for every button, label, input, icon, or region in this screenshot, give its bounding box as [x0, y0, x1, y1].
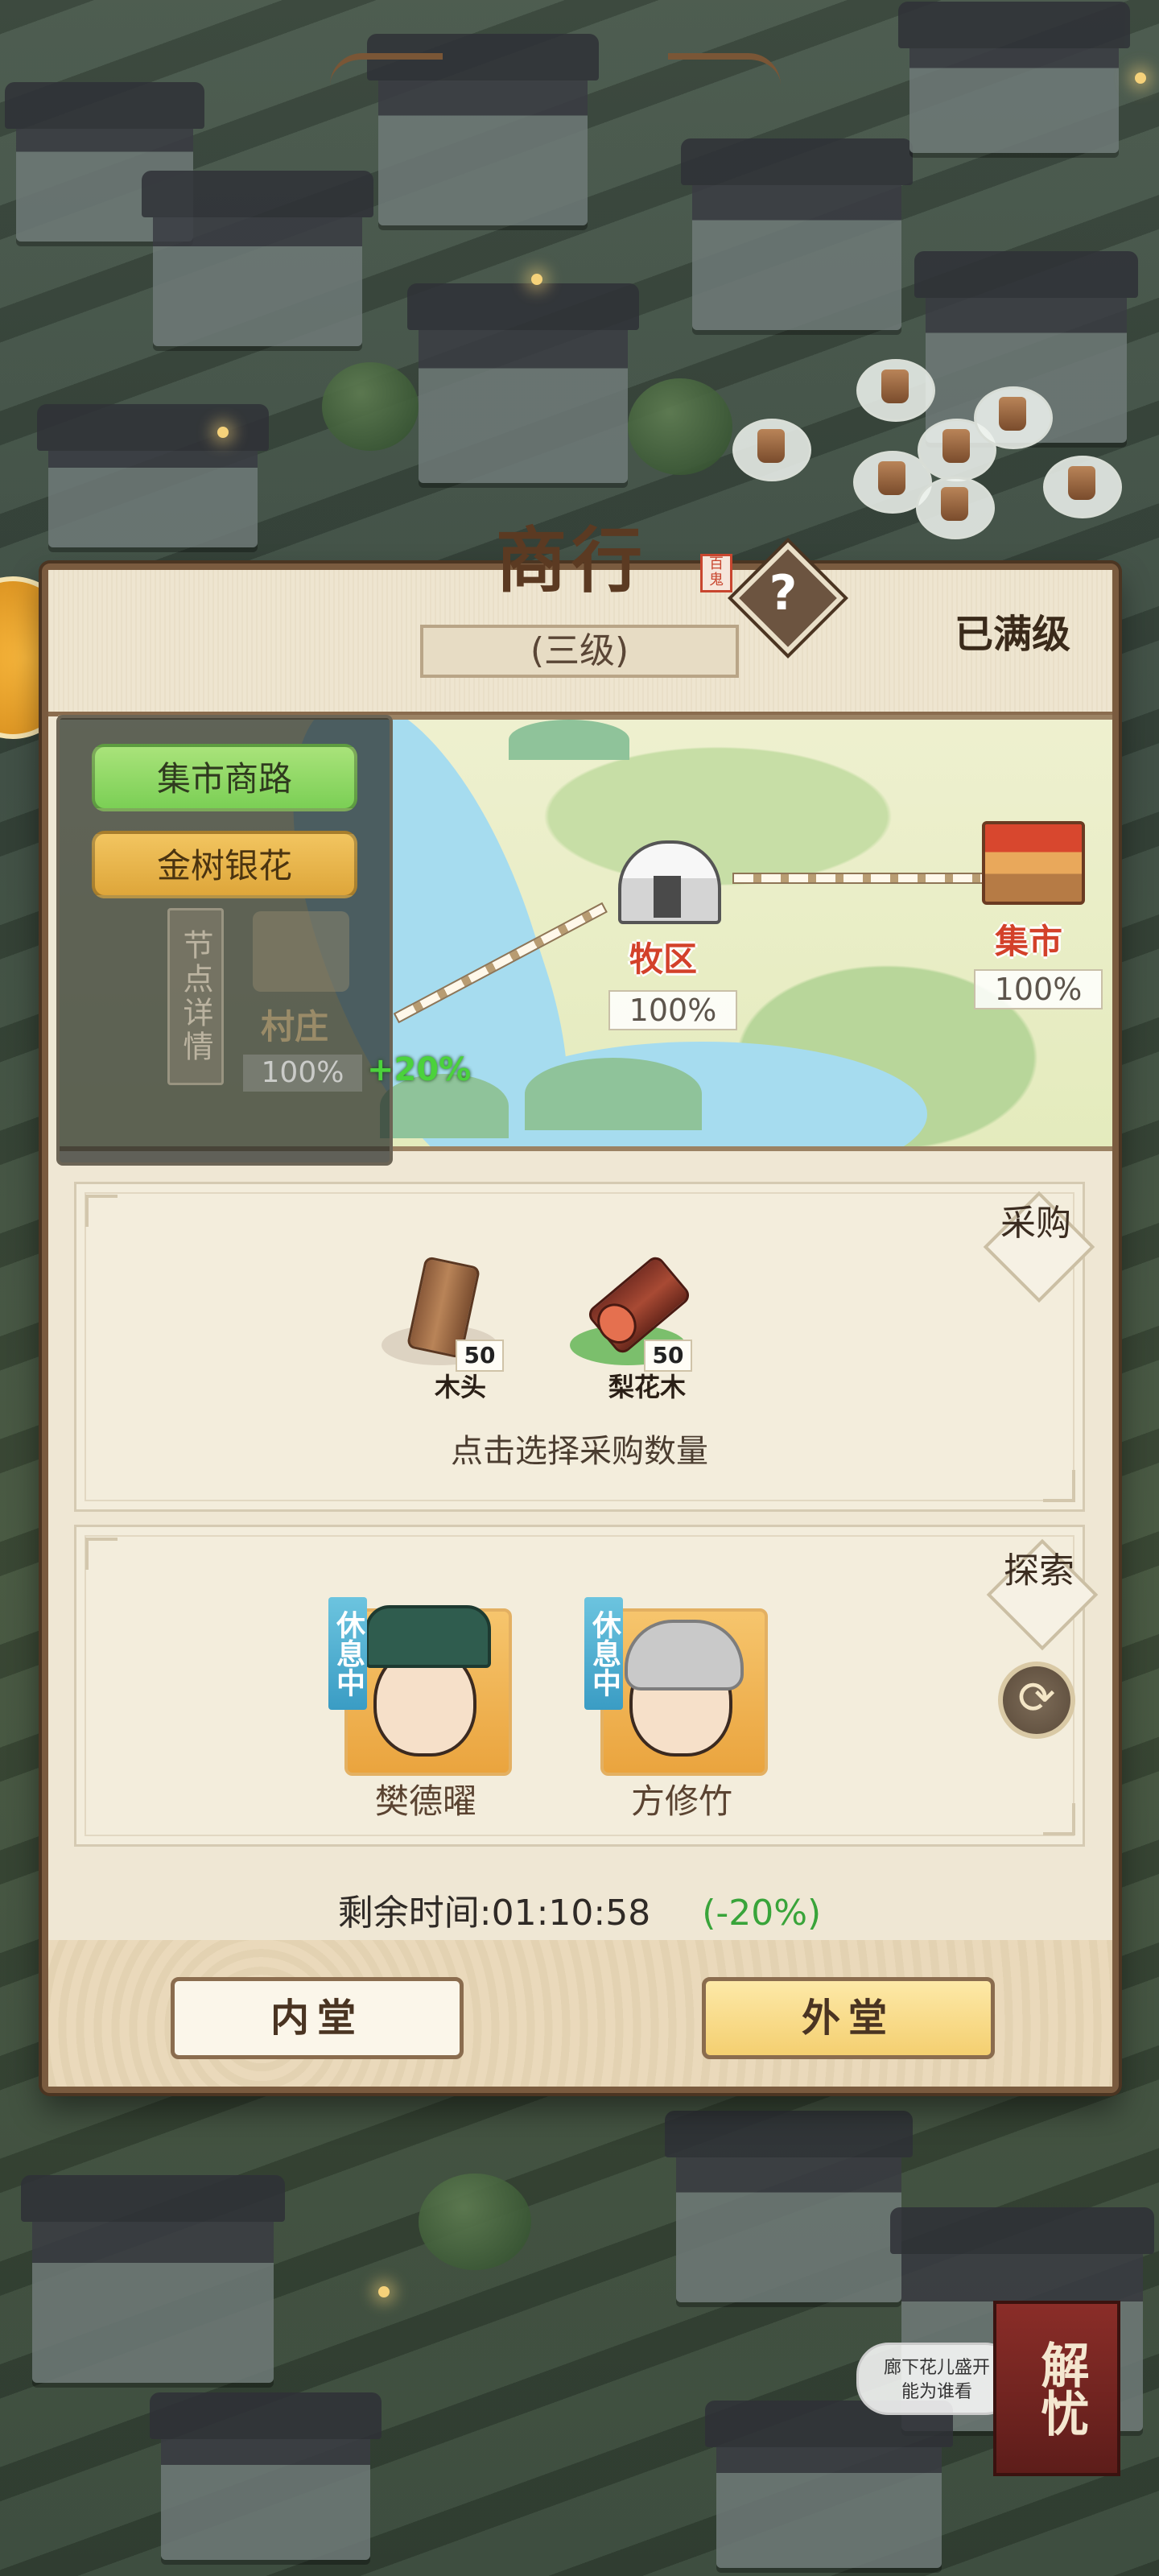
page-title: 商行 [495, 518, 647, 602]
seal-stamp: 百鬼 [700, 554, 732, 592]
corner-ornament [1043, 1470, 1075, 1502]
hero-name: 樊德曜 [375, 1781, 477, 1821]
route-market-button[interactable]: 集市商路 [92, 744, 357, 811]
resting-badge: 休息中 [328, 1597, 367, 1710]
wood-resource-bubble[interactable] [856, 359, 935, 422]
building [407, 283, 639, 483]
map-node-percent: 100% [974, 969, 1103, 1009]
relieve-worries-button[interactable]: 解忧 [993, 2301, 1120, 2476]
building [665, 2111, 913, 2302]
hero-card[interactable]: 休息中 [328, 1597, 512, 1782]
wood-resource-bubble[interactable] [1043, 456, 1122, 518]
village-node-icon[interactable] [253, 911, 349, 992]
building [21, 2175, 285, 2383]
purchase-tab[interactable]: 采购 [1000, 1203, 1072, 1245]
route-gold-button[interactable]: 金树银花 [92, 831, 357, 898]
timer-label: 剩余时间:01:10:58 [337, 1893, 651, 1934]
hill [525, 1058, 702, 1130]
building [681, 138, 913, 330]
map-node-percent: 100% [608, 990, 737, 1030]
hill [509, 720, 629, 760]
lantern [378, 2286, 390, 2297]
lantern [531, 274, 542, 285]
building [705, 2401, 953, 2568]
wood-resource-bubble[interactable] [732, 419, 811, 481]
item-name: 木头 [435, 1372, 487, 1402]
market-node-icon[interactable] [982, 821, 1085, 905]
resting-badge: 休息中 [584, 1597, 623, 1710]
hero-portrait [365, 1605, 491, 1757]
item-name: 梨花木 [608, 1372, 687, 1402]
tree [322, 362, 419, 451]
tree [628, 378, 732, 475]
inner-hall-button[interactable]: 内堂 [171, 1977, 464, 2059]
wood-item[interactable]: 50 [375, 1245, 504, 1381]
map-node-label: 牧区 [629, 939, 698, 979]
title-wrap: 商行 [451, 525, 692, 613]
lantern [217, 427, 229, 438]
question-icon[interactable]: ? [749, 559, 818, 628]
hero-portrait [625, 1620, 744, 1757]
rosewood-item[interactable]: 50 [563, 1245, 693, 1381]
remaining-time: 剩余时间:01:10:58 (-20%) [0, 1884, 1159, 1935]
hero-card[interactable]: 休息中 [584, 1597, 768, 1782]
map-node-label: 村庄 [261, 1007, 329, 1046]
hero-name: 方修竹 [631, 1781, 733, 1821]
max-level-badge: 已满级 [948, 588, 1077, 681]
wood-resource-bubble[interactable] [916, 477, 995, 539]
wood-resource-bubble[interactable] [974, 386, 1053, 449]
tree [419, 2174, 531, 2270]
building [898, 2, 1130, 153]
title-scroll-left [330, 53, 443, 87]
map-node-percent: 100% [243, 1055, 362, 1092]
purchase-hint: 点击选择采购数量 [451, 1433, 708, 1470]
route-bonus: +20% [367, 1051, 472, 1088]
pasture-node-icon[interactable] [618, 840, 721, 924]
building [150, 2392, 382, 2560]
corner-ornament [85, 1195, 118, 1227]
node-detail-button[interactable]: 节点详情 [167, 908, 224, 1085]
route-select-panel: 集市商路 金树银花 节点详情 村庄 100% [56, 715, 393, 1166]
refresh-icon[interactable]: ⟳ [998, 1662, 1075, 1739]
corner-ornament [1043, 1803, 1075, 1835]
chat-line: 能为谁看 [901, 2382, 972, 2402]
title-scroll-right [668, 53, 781, 87]
level-label: (三级) [420, 625, 739, 678]
timer-modifier: (-20%) [702, 1893, 822, 1934]
corner-ornament [85, 1538, 118, 1570]
building [37, 404, 269, 547]
chat-line: 廊下花儿盛开 [883, 2358, 990, 2378]
explore-section [74, 1525, 1085, 1847]
building [142, 171, 373, 346]
outer-hall-button[interactable]: 外堂 [702, 1977, 995, 2059]
map-node-label: 集市 [995, 922, 1063, 961]
explore-tab[interactable]: 探索 [1003, 1550, 1075, 1592]
lantern [1135, 72, 1146, 84]
